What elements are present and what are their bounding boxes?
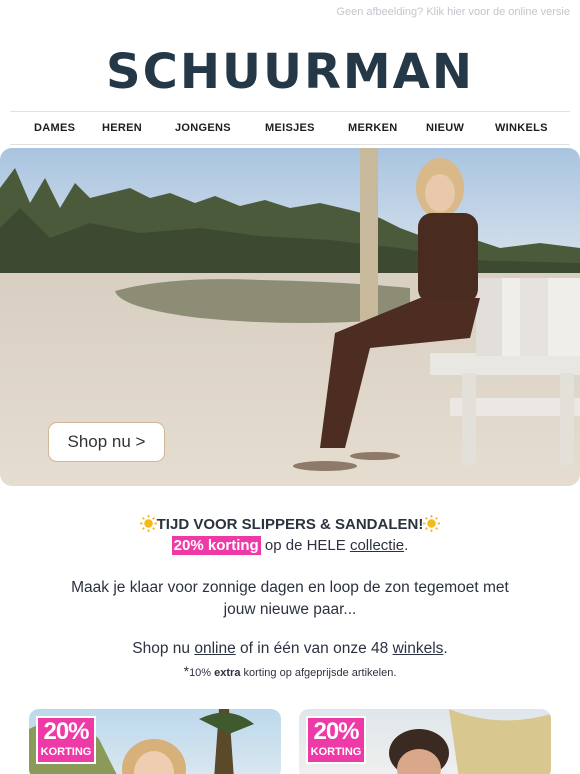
nav-item-dames[interactable]: DAMES — [34, 122, 75, 134]
hero-banner[interactable]: Shop nu > — [0, 148, 580, 486]
footnote: *10% extra korting op afgeprijsde artike… — [0, 663, 580, 679]
offer-end: . — [404, 537, 409, 554]
nav-item-heren[interactable]: HEREN — [102, 122, 142, 134]
shop-mid: of in één van onze 48 — [240, 640, 389, 657]
online-version-link[interactable]: Geen afbeelding? Klik hier voor de onlin… — [336, 6, 570, 18]
headline-text: TIJD VOOR SLIPPERS & SANDALEN! — [156, 516, 424, 533]
discount-badge: 20% korting — [171, 536, 261, 555]
shop-now-button[interactable]: Shop nu > — [48, 422, 165, 462]
collection-link[interactable]: collectie — [350, 537, 404, 554]
nav-item-nieuw[interactable]: NIEUW — [426, 122, 464, 134]
nav-item-winkels[interactable]: WINKELS — [495, 122, 548, 134]
korting-badge: 20% KORTING — [306, 716, 366, 764]
footnote-post: korting op afgeprijsde artikelen. — [243, 667, 397, 679]
product-card-women[interactable]: 20% KORTING — [29, 709, 281, 774]
sun-icon — [139, 515, 157, 532]
promo-body: Maak je klaar voor zonnige dagen en loop… — [71, 579, 509, 618]
online-link[interactable]: online — [194, 640, 235, 657]
korting-badge: 20% KORTING — [36, 716, 96, 764]
footnote-bold: extra — [214, 667, 241, 679]
nav-item-merken[interactable]: MERKEN — [348, 122, 397, 134]
sun-icon — [423, 515, 441, 532]
badge-label: KORTING — [40, 746, 92, 758]
nav-item-jongens[interactable]: JONGENS — [175, 122, 231, 134]
nav-item-meisjes[interactable]: MEISJES — [265, 122, 315, 134]
badge-percent: 20% — [313, 718, 359, 745]
shop-prefix: Shop nu — [132, 640, 191, 657]
offer-text: op de HELE — [264, 537, 346, 554]
badge-percent: 20% — [43, 718, 89, 745]
brand-logo[interactable]: SCHUURMAN — [0, 44, 580, 100]
promo-offer: 20% korting op de HELE collectie. — [0, 536, 580, 555]
promo-headline: TIJD VOOR SLIPPERS & SANDALEN! — [0, 515, 580, 533]
shop-end: . — [443, 640, 448, 657]
logo-text: SCHUURMAN — [106, 44, 474, 100]
product-card-men[interactable]: 20% KORTING — [299, 709, 551, 774]
shop-line: Shop nu online of in één van onze 48 win… — [0, 640, 580, 658]
badge-label: KORTING — [310, 746, 362, 758]
stores-link[interactable]: winkels — [393, 640, 444, 657]
footnote-pre: 10% — [189, 667, 212, 679]
main-nav: DAMES HEREN JONGENS MEISJES MERKEN NIEUW… — [10, 111, 570, 145]
